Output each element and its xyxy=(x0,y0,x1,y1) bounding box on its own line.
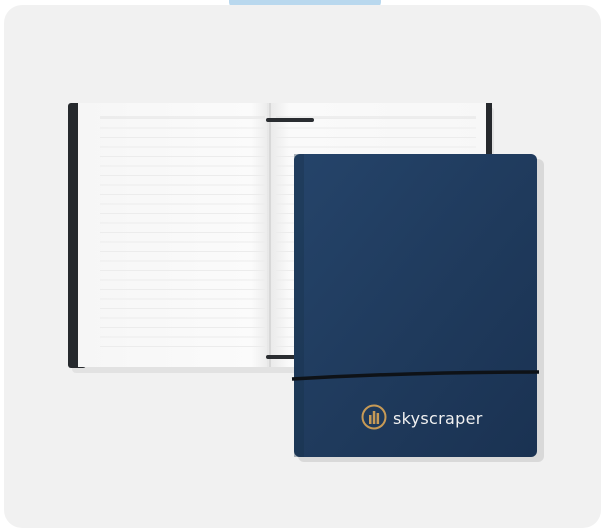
brand-name-text: skyscraper xyxy=(393,409,483,428)
notebook-product-image xyxy=(68,103,544,462)
product-image-card[interactable]: skyscraper xyxy=(4,5,601,528)
skyscraper-logo-icon xyxy=(361,404,387,430)
